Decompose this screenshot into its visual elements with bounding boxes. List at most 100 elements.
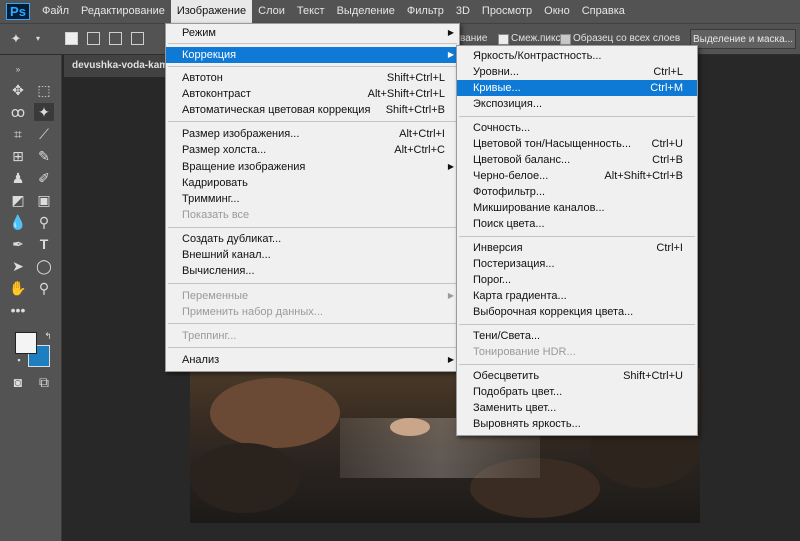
menu-item-image-size[interactable]: Размер изображения... Alt+Ctrl+I: [166, 126, 459, 142]
menu-item-duplicate[interactable]: Создать дубликат...: [166, 231, 459, 247]
menu-item-curves[interactable]: Кривые... Ctrl+M: [457, 80, 697, 96]
menu-window[interactable]: Окно: [538, 0, 576, 23]
rock-shape: [190, 443, 300, 513]
hand-icon[interactable]: ✋: [8, 279, 28, 297]
subtract-selection-icon[interactable]: [109, 32, 122, 45]
crop-icon[interactable]: ⌗: [8, 125, 28, 143]
menu-item-equalize[interactable]: Выровнять яркость...: [457, 416, 697, 432]
menu-item-posterize[interactable]: Постеризация...: [457, 256, 697, 272]
menu-item-desaturate[interactable]: Обесцветить Shift+Ctrl+U: [457, 368, 697, 384]
menu-item-channel-mixer[interactable]: Микширование каналов...: [457, 200, 697, 216]
path-select-icon[interactable]: ➤: [8, 257, 28, 275]
menu-help[interactable]: Справка: [576, 0, 631, 23]
submenu-arrow-icon: ▶: [447, 291, 454, 300]
default-colors-icon[interactable]: ▪: [9, 351, 29, 369]
marquee-icon[interactable]: ⬚: [34, 81, 54, 99]
preset-dropdown-icon[interactable]: ▾: [28, 30, 48, 48]
blur-icon[interactable]: 💧: [8, 213, 28, 231]
menu-item-mode[interactable]: Режим ▶: [166, 25, 459, 41]
correction-submenu: Яркость/Контрастность... Уровни... Ctrl+L…: [456, 45, 698, 436]
collapse-icon[interactable]: »: [8, 61, 28, 79]
menu-layers[interactable]: Слои: [252, 0, 291, 23]
menu-item-apply-image[interactable]: Внешний канал...: [166, 247, 459, 263]
menu-item-threshold[interactable]: Порог...: [457, 272, 697, 288]
menu-file[interactable]: Файл: [36, 0, 75, 23]
new-selection-icon[interactable]: [65, 32, 78, 45]
menu-item-selective-color[interactable]: Выборочная коррекция цвета...: [457, 304, 697, 320]
image-menu-dropdown: Режим ▶ Коррекция ▶ Автотон Shift+Ctrl+L Ав…: [165, 23, 460, 372]
lasso-icon[interactable]: ꝏ: [8, 103, 28, 121]
contiguous-label: Смеж.пикс: [511, 33, 561, 44]
menu-item-color-balance[interactable]: Цветовой баланс... Ctrl+B: [457, 152, 697, 168]
swap-colors-icon[interactable]: ↰: [38, 327, 58, 345]
submenu-arrow-icon: ▶: [447, 162, 454, 171]
move-icon[interactable]: ✥: [8, 81, 28, 99]
menu-select[interactable]: Выделение: [331, 0, 401, 23]
menu-filter[interactable]: Фильтр: [401, 0, 450, 23]
magic-wand-preset-icon[interactable]: ✦: [6, 30, 26, 48]
magic-wand-icon[interactable]: ✦: [34, 103, 54, 121]
quick-mask-icon[interactable]: ◙: [8, 373, 28, 391]
brush-icon[interactable]: ✎: [34, 147, 54, 165]
menu-image[interactable]: Изображение: [170, 0, 253, 23]
stamp-icon[interactable]: ♟: [8, 169, 28, 187]
antialias-label: вание: [460, 33, 488, 44]
menu-item-exposure[interactable]: Экспозиция...: [457, 96, 697, 112]
screen-mode-icon[interactable]: ⧉: [34, 373, 54, 391]
menu-item-auto-tone[interactable]: Автотон Shift+Ctrl+L: [166, 70, 459, 86]
menu-separator: [459, 324, 695, 325]
gradient-icon[interactable]: ▣: [34, 191, 54, 209]
menu-item-replace-color[interactable]: Заменить цвет...: [457, 400, 697, 416]
healing-icon[interactable]: ⊞: [8, 147, 28, 165]
menu-item-analysis[interactable]: Анализ ▶: [166, 352, 459, 368]
menu-item-black-white[interactable]: Черно-белое... Alt+Shift+Ctrl+B: [457, 168, 697, 184]
menu-item-canvas-size[interactable]: Размер холста... Alt+Ctrl+C: [166, 142, 459, 158]
menu-item-crop[interactable]: Кадрировать: [166, 175, 459, 191]
menu-item-apply-data-set: Применить набор данных...: [182, 306, 323, 318]
sample-all-checkbox[interactable]: [560, 34, 571, 45]
eraser-icon[interactable]: ◩: [8, 191, 28, 209]
menu-item-match-color[interactable]: Подобрать цвет...: [457, 384, 697, 400]
menu-3d[interactable]: 3D: [450, 0, 476, 23]
submenu-arrow-icon: ▶: [447, 355, 454, 364]
menu-separator: [168, 227, 457, 228]
zoom-icon[interactable]: ⚲: [34, 279, 54, 297]
menu-item-brightness-contrast[interactable]: Яркость/Контрастность...: [457, 48, 697, 64]
shape-icon[interactable]: ◯: [34, 257, 54, 275]
submenu-arrow-icon: ▶: [447, 50, 454, 59]
dodge-icon[interactable]: ⚲: [34, 213, 54, 231]
menu-item-photo-filter[interactable]: Фотофильтр...: [457, 184, 697, 200]
menu-item-correction[interactable]: Коррекция ▶: [166, 47, 459, 63]
menu-item-trap: Треппинг...: [182, 330, 237, 342]
add-selection-icon[interactable]: [87, 32, 100, 45]
pen-icon[interactable]: ✒: [8, 235, 28, 253]
menu-item-gradient-map[interactable]: Карта градиента...: [457, 288, 697, 304]
intersect-selection-icon[interactable]: [131, 32, 144, 45]
select-and-mask-button[interactable]: Выделение и маска...: [690, 29, 796, 49]
menu-item-invert[interactable]: Инверсия Ctrl+I: [457, 240, 697, 256]
type-icon[interactable]: T: [34, 235, 54, 253]
menu-type[interactable]: Текст: [291, 0, 331, 23]
menu-item-auto-contrast[interactable]: Автоконтраст Alt+Shift+Ctrl+L: [166, 86, 459, 102]
submenu-arrow-icon: ▶: [447, 28, 454, 37]
menu-item-shadows-highlights[interactable]: Тени/Света...: [457, 328, 697, 344]
menu-item-rotation[interactable]: Вращение изображения ▶: [166, 159, 459, 175]
menu-view[interactable]: Просмотр: [476, 0, 538, 23]
menu-edit[interactable]: Редактирование: [75, 0, 171, 23]
eyedropper-icon[interactable]: ⟋: [34, 125, 54, 143]
menu-item-trim[interactable]: Тримминг...: [166, 191, 459, 207]
history-brush-icon[interactable]: ✐: [34, 169, 54, 187]
menu-separator: [459, 364, 695, 365]
menu-item-calculations[interactable]: Вычисления...: [166, 263, 459, 279]
menu-item-hue-saturation[interactable]: Цветовой тон/Насыщенность... Ctrl+U: [457, 136, 697, 152]
sample-all-label: Образец со всех слоев: [573, 33, 681, 44]
more-icon[interactable]: •••: [8, 301, 28, 319]
menu-item-color-lookup[interactable]: Поиск цвета...: [457, 216, 697, 232]
menu-separator: [459, 116, 695, 117]
menu-item-vibrance[interactable]: Сочность...: [457, 120, 697, 136]
contiguous-checkbox[interactable]: [498, 34, 509, 45]
menu-item-auto-color[interactable]: Автоматическая цветовая коррекция Shift+C…: [166, 102, 459, 118]
menu-separator: [168, 121, 457, 122]
tools-panel: » ✥ ⬚ ꝏ ✦ ⌗ ⟋ ⊞ ✎ ♟ ✐ ◩ ▣ 💧 ⚲ ✒ T ➤ ◯ ✋ …: [0, 55, 62, 541]
menu-item-levels[interactable]: Уровни... Ctrl+L: [457, 64, 697, 80]
